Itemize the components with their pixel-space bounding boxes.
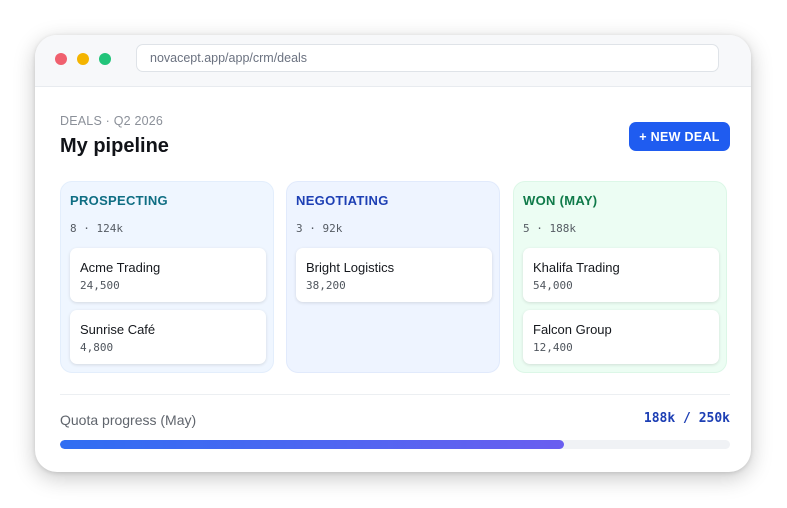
column-summary: 3 · 92k	[296, 222, 343, 235]
deal-card[interactable]: Sunrise Café 4,800	[70, 310, 266, 364]
maximize-window-icon[interactable]	[99, 53, 111, 65]
column-summary: 8 · 124k	[70, 222, 123, 235]
address-bar[interactable]: novacept.app/app/crm/deals	[136, 44, 719, 72]
column-title: WON (MAY)	[523, 193, 598, 208]
column-won: WON (MAY) 5 · 188k Khalifa Trading 54,00…	[513, 181, 727, 373]
column-title: PROSPECTING	[70, 193, 168, 208]
deal-name: Bright Logistics	[306, 260, 395, 275]
deal-card[interactable]: Bright Logistics 38,200	[296, 248, 492, 302]
column-negotiating: NEGOTIATING 3 · 92k Bright Logistics 38,…	[286, 181, 500, 373]
quota-label: Quota progress (May)	[60, 412, 197, 428]
deal-value: 24,500	[80, 279, 120, 292]
deal-card[interactable]: Khalifa Trading 54,000	[523, 248, 719, 302]
deal-name: Falcon Group	[533, 322, 612, 337]
column-summary: 5 · 188k	[523, 222, 576, 235]
deal-name: Sunrise Café	[80, 322, 156, 337]
deal-name: Khalifa Trading	[533, 260, 620, 275]
page-title: My pipeline	[60, 135, 169, 157]
section-divider	[60, 394, 730, 395]
column-prospecting: PROSPECTING 8 · 124k Acme Trading 24,500…	[60, 181, 274, 373]
column-title: NEGOTIATING	[296, 193, 389, 208]
deal-card[interactable]: Acme Trading 24,500	[70, 248, 266, 302]
quota-value: 188k / 250k	[643, 411, 730, 426]
deal-value: 4,800	[80, 341, 114, 354]
deal-value: 12,400	[533, 341, 573, 354]
page-eyebrow: DEALS · Q2 2026	[60, 114, 164, 128]
new-deal-button[interactable]: + NEW DEAL	[629, 122, 730, 151]
close-window-icon[interactable]	[55, 53, 67, 65]
minimize-window-icon[interactable]	[77, 53, 89, 65]
browser-window: novacept.app/app/crm/deals DEALS · Q2 20…	[35, 35, 751, 472]
quota-progress-fill	[60, 440, 564, 449]
deal-name: Acme Trading	[80, 260, 161, 275]
deal-value: 54,000	[533, 279, 573, 292]
browser-titlebar: novacept.app/app/crm/deals	[35, 35, 751, 87]
deal-card[interactable]: Falcon Group 12,400	[523, 310, 719, 364]
quota-progress-bar	[60, 440, 730, 449]
deal-value: 38,200	[306, 279, 346, 292]
